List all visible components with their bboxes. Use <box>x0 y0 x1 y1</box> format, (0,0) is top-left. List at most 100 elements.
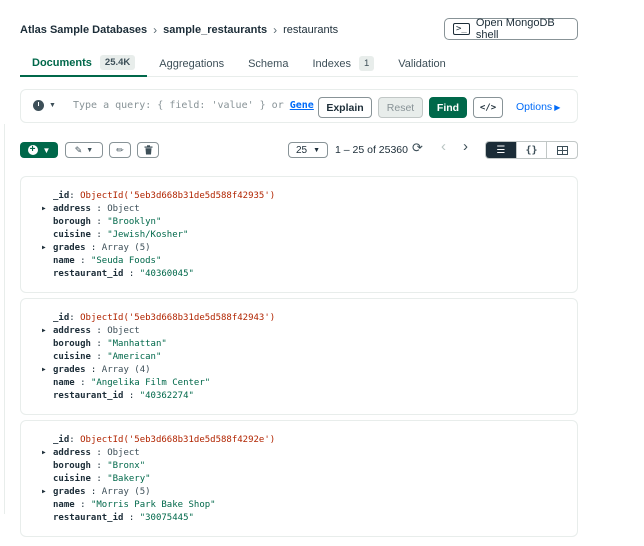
tab-indexes-label: Indexes <box>312 57 351 70</box>
field-row: cuisine : "Bakery" <box>53 474 151 484</box>
table-grid-icon <box>556 145 568 155</box>
field-row[interactable]: ▶ address : Object <box>42 325 140 337</box>
caret-down-icon: ▼ <box>49 102 56 109</box>
field-key: _id <box>53 191 70 201</box>
tab-documents[interactable]: Documents 25.4K <box>20 50 148 77</box>
field-key: restaurant_id <box>53 513 124 523</box>
pagination-range: 1 – 25 of 25360 <box>335 144 408 156</box>
field-key: cuisine <box>53 230 91 240</box>
field-value: Array (4) <box>101 365 151 375</box>
field-value: Object <box>107 448 140 458</box>
field-row[interactable]: ▶ grades : Array (4) <box>42 364 151 376</box>
chevron-right-icon: › <box>273 23 278 37</box>
options-toggle[interactable]: Options ▶ <box>516 101 560 113</box>
query-filter-input[interactable]: Type a query: { field: 'value' } or Gene <box>73 100 314 111</box>
field-row[interactable]: ▶ grades : Array (5) <box>42 486 151 498</box>
document-card[interactable]: _id: ObjectId('5eb3d668b31de5d588f4292e'… <box>20 420 578 537</box>
field-row[interactable]: ▶ address : Object <box>42 203 140 215</box>
add-data-button[interactable]: + ▼ <box>20 142 58 158</box>
expand-arrow-icon[interactable]: ▶ <box>42 447 46 459</box>
field-value: "Jewish/Kosher" <box>107 230 189 240</box>
collection-tabs: Documents 25.4K Aggregations Schema Inde… <box>20 50 578 77</box>
field-value: "30075445" <box>139 513 194 523</box>
tab-aggregations-label: Aggregations <box>159 57 225 70</box>
expand-arrow-icon[interactable]: ▶ <box>42 203 46 215</box>
field-key: address <box>53 326 91 336</box>
explain-button[interactable]: Explain <box>318 97 372 118</box>
export-code-button[interactable]: </> <box>473 97 503 118</box>
field-row[interactable]: ▶ grades : Array (5) <box>42 242 151 254</box>
delete-button[interactable] <box>137 142 159 158</box>
field-row[interactable]: ▶ address : Object <box>42 447 140 459</box>
field-key: cuisine <box>53 474 91 484</box>
document-id-row: _id: ObjectId('5eb3d668b31de5d588f4292e'… <box>53 435 276 445</box>
chevron-right-icon: › <box>153 23 158 37</box>
field-key: restaurant_id <box>53 269 124 279</box>
document-card[interactable]: _id: ObjectId('5eb3d668b31de5d588f42935'… <box>20 176 578 293</box>
previous-page-icon[interactable]: ‹ <box>441 138 446 155</box>
table-view-icon[interactable] <box>547 142 577 158</box>
update-documents-button[interactable]: ✎ ▼ <box>65 142 103 158</box>
tab-schema-label: Schema <box>248 57 289 70</box>
next-page-icon[interactable]: › <box>463 138 468 155</box>
field-key: name <box>53 500 75 510</box>
edit-square-icon: ✎ <box>74 144 83 155</box>
field-row: cuisine : "Jewish/Kosher" <box>53 230 189 240</box>
field-key: borough <box>53 217 91 227</box>
document-card[interactable]: _id: ObjectId('5eb3d668b31de5d588f42943'… <box>20 298 578 415</box>
expand-arrow-icon[interactable]: ▶ <box>42 364 46 376</box>
field-key: borough <box>53 461 91 471</box>
caret-right-icon: ▶ <box>554 103 561 112</box>
query-placeholder: Type a query: { field: 'value' } or <box>73 100 284 111</box>
field-value: "Brooklyn" <box>107 217 162 227</box>
page-size-select[interactable]: 25 ▼ <box>288 142 328 158</box>
field-row: restaurant_id : "30075445" <box>53 513 194 523</box>
field-row: borough : "Brooklyn" <box>53 217 162 227</box>
tab-validation[interactable]: Validation <box>386 50 458 77</box>
field-key: cuisine <box>53 352 91 362</box>
field-value: "40362274" <box>139 391 194 401</box>
caret-down-icon: ▼ <box>42 145 51 155</box>
object-id-value: ObjectId('5eb3d668b31de5d588f42935') <box>80 191 276 201</box>
field-row: restaurant_id : "40360045" <box>53 269 194 279</box>
left-divider <box>4 124 5 514</box>
indexes-count-badge: 1 <box>358 56 375 71</box>
expand-arrow-icon[interactable]: ▶ <box>42 325 46 337</box>
field-row: name : "Angelika Film Center" <box>53 378 211 388</box>
field-key: address <box>53 448 91 458</box>
field-value: "American" <box>107 352 162 362</box>
list-view-icon[interactable]: ☰ <box>486 142 517 158</box>
object-id-value: ObjectId('5eb3d668b31de5d588f4292e') <box>80 435 276 445</box>
breadcrumb-collection: restaurants <box>283 24 339 36</box>
field-key: _id <box>53 313 70 323</box>
generate-query-link[interactable]: Gene <box>290 100 314 111</box>
caret-down-icon: ▼ <box>86 146 94 154</box>
document-id-row: _id: ObjectId('5eb3d668b31de5d588f42943'… <box>53 313 276 323</box>
trash-icon <box>144 145 152 155</box>
field-key: address <box>53 204 91 214</box>
tab-aggregations[interactable]: Aggregations <box>147 50 236 77</box>
expand-arrow-icon[interactable]: ▶ <box>42 486 46 498</box>
view-switcher: ☰ {} <box>485 141 578 159</box>
breadcrumb-database-group[interactable]: Atlas Sample Databases <box>20 24 147 36</box>
edit-button[interactable]: ✏ <box>109 142 131 158</box>
expand-arrow-icon[interactable]: ▶ <box>42 242 46 254</box>
tab-indexes[interactable]: Indexes 1 <box>300 50 386 77</box>
refresh-icon[interactable]: ⟳ <box>412 140 423 156</box>
options-label: Options <box>516 101 553 113</box>
open-shell-button[interactable]: >_ Open MongoDB shell <box>444 17 578 41</box>
field-value: "40360045" <box>139 269 194 279</box>
reset-button[interactable]: Reset <box>378 97 423 118</box>
tab-schema[interactable]: Schema <box>236 50 300 77</box>
field-row: name : "Morris Park Bake Shop" <box>53 500 216 510</box>
open-shell-label: Open MongoDB shell <box>475 17 555 41</box>
query-history-button[interactable]: ▼ <box>33 100 56 111</box>
document-id-row: _id: ObjectId('5eb3d668b31de5d588f42935'… <box>53 191 276 201</box>
field-value: Array (5) <box>101 487 151 497</box>
field-value: Object <box>107 204 140 214</box>
caret-down-icon: ▼ <box>313 146 321 154</box>
find-button[interactable]: Find <box>429 97 467 118</box>
json-view-icon[interactable]: {} <box>517 142 548 158</box>
object-id-value: ObjectId('5eb3d668b31de5d588f42943') <box>80 313 276 323</box>
breadcrumb-database[interactable]: sample_restaurants <box>163 24 267 36</box>
